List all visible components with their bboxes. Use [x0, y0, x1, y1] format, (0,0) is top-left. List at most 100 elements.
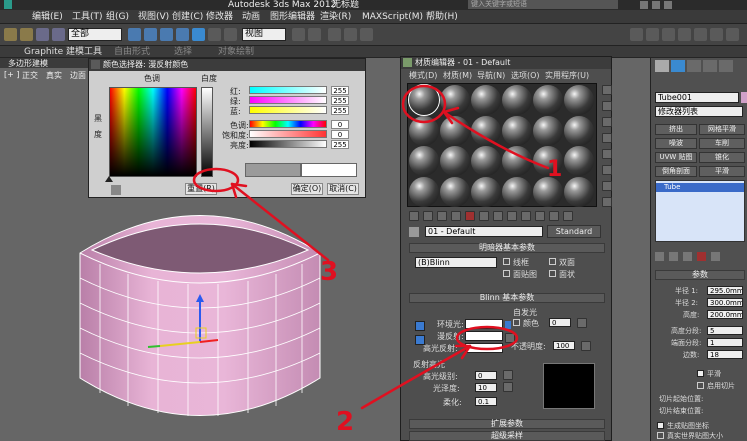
shader-basic-params-rollout[interactable]: 明暗器基本参数 [409, 243, 605, 253]
uvw-map-button[interactable]: UVW 贴图 [655, 152, 697, 163]
modifier-stack[interactable]: Tube [655, 180, 745, 242]
put-to-library-icon[interactable] [493, 211, 503, 221]
tab-freeform[interactable]: 自由形式 [114, 46, 150, 58]
ribbon-subtab[interactable]: 多边形建模 [8, 58, 48, 69]
sample-slot[interactable] [440, 146, 470, 176]
scale-icon[interactable] [224, 28, 237, 41]
saturation-value[interactable]: 0 [331, 130, 349, 139]
height-value[interactable]: 200.0mm [707, 310, 743, 319]
sample-slot[interactable] [409, 146, 439, 176]
delete-icon[interactable] [465, 211, 475, 221]
menu-options[interactable]: 选项(O) [511, 71, 540, 81]
material-id-icon[interactable] [507, 211, 517, 221]
wire-checkbox[interactable] [503, 258, 510, 265]
supersampling-rollout[interactable]: 超级采样 [409, 431, 605, 441]
extended-params-rollout[interactable]: 扩展参数 [409, 419, 605, 429]
link-icon[interactable] [36, 28, 49, 41]
uv-tiling-icon[interactable] [602, 133, 612, 143]
ambient-map-lock-icon[interactable] [505, 321, 511, 329]
rect-selection-icon[interactable] [160, 28, 173, 41]
help-icon[interactable] [640, 1, 648, 9]
viewport-point-of-view[interactable]: 正交 [22, 70, 38, 81]
sides-value[interactable]: 18 [707, 350, 743, 359]
sample-slot[interactable] [471, 176, 501, 207]
backlight-icon[interactable] [602, 101, 612, 111]
shader-dropdown[interactable]: (B)Blinn [415, 257, 497, 268]
hierarchy-tab-icon[interactable] [687, 60, 701, 72]
glossiness-map-button[interactable] [503, 382, 513, 392]
sample-slot[interactable] [409, 176, 439, 207]
show-end-result-icon[interactable] [535, 211, 545, 221]
select-by-name-icon[interactable] [144, 28, 157, 41]
sample-slot[interactable] [471, 146, 501, 176]
viewport-edged-faces[interactable]: 边面 [70, 70, 86, 81]
app-logo-icon[interactable] [4, 0, 12, 9]
make-unique-icon[interactable] [683, 252, 692, 261]
self-illum-color-checkbox[interactable] [513, 319, 520, 326]
schematic-view-icon[interactable] [630, 28, 643, 41]
render-setup-icon[interactable] [662, 28, 675, 41]
lathe-button[interactable]: 车削 [699, 138, 745, 149]
menu-edit[interactable]: 编辑(E) [32, 10, 63, 24]
reset-map-icon[interactable] [451, 211, 461, 221]
sample-slot[interactable] [502, 85, 532, 115]
green-value[interactable]: 255 [331, 96, 349, 105]
hue-slider[interactable] [249, 120, 327, 128]
rendered-frame-icon[interactable] [678, 28, 691, 41]
menu-navigation[interactable]: 导航(N) [477, 71, 505, 81]
sample-slot[interactable] [564, 176, 594, 207]
background-icon[interactable] [602, 117, 612, 127]
sample-slot[interactable] [502, 146, 532, 176]
material-editor-icon[interactable] [646, 28, 659, 41]
go-forward-icon[interactable] [563, 211, 573, 221]
viewport-shading[interactable]: 真实 [46, 70, 62, 81]
make-preview-icon[interactable] [602, 165, 612, 175]
blue-slider[interactable] [249, 106, 327, 114]
search-field[interactable]: 键入关键字或短语 [468, 0, 618, 9]
stack-item-tube[interactable]: Tube [656, 183, 744, 192]
sample-slot[interactable] [440, 115, 470, 146]
window-crossing-icon[interactable] [176, 28, 189, 41]
star-icon[interactable] [652, 1, 660, 9]
generate-mapping-checkbox[interactable] [657, 422, 664, 429]
sample-slot[interactable] [471, 85, 501, 115]
sample-slot[interactable] [502, 176, 532, 207]
saturation-slider[interactable] [249, 130, 327, 138]
smooth-checkbox[interactable] [697, 370, 704, 377]
options-icon[interactable] [602, 181, 612, 191]
smooth-button[interactable]: 平滑 [699, 166, 745, 177]
opacity-spinner[interactable]: 100 [553, 341, 575, 350]
menu-modifiers[interactable]: 修改器 [206, 10, 233, 24]
specular-level-spinner[interactable]: 0 [475, 371, 497, 380]
make-unique-icon[interactable] [479, 211, 489, 221]
material-type-button[interactable]: Standard [547, 225, 601, 238]
menu-graph-editors[interactable]: 图形编辑器 [270, 10, 315, 24]
rotate-icon[interactable] [208, 28, 221, 41]
render-iterative-icon[interactable] [710, 28, 723, 41]
value-value[interactable]: 255 [331, 140, 349, 149]
red-value[interactable]: 255 [331, 86, 349, 95]
sample-type-icon[interactable] [602, 85, 612, 95]
sample-slot[interactable] [440, 176, 470, 207]
display-tab-icon[interactable] [719, 60, 733, 72]
blue-value[interactable]: 255 [331, 106, 349, 115]
modifier-list-dropdown[interactable]: 修改器列表 [655, 106, 743, 117]
parameters-rollout[interactable]: 参数 [655, 270, 745, 280]
cap-segments-value[interactable]: 1 [707, 338, 743, 347]
menu-animation[interactable]: 动画 [242, 10, 260, 24]
slice-on-checkbox[interactable] [697, 382, 704, 389]
unlink-icon[interactable] [52, 28, 65, 41]
eyedropper-icon[interactable] [111, 185, 121, 195]
specular-swatch[interactable] [465, 343, 503, 353]
sample-slot[interactable] [409, 115, 439, 146]
radius1-value[interactable]: 295.0mm [707, 286, 743, 295]
sample-slot[interactable] [471, 115, 501, 146]
get-material-icon[interactable] [409, 211, 419, 221]
sample-slot[interactable] [564, 146, 594, 176]
opacity-map-button[interactable] [581, 341, 591, 351]
show-map-icon[interactable] [521, 211, 531, 221]
ok-button[interactable]: 确定(O) [291, 183, 323, 195]
material-name-field[interactable]: 01 - Default [425, 226, 543, 237]
video-color-check-icon[interactable] [602, 149, 612, 159]
menu-help[interactable]: 帮助(H) [426, 10, 458, 24]
